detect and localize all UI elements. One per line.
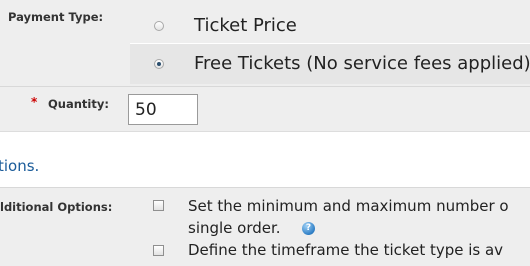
min-max-checkbox[interactable] bbox=[153, 200, 164, 211]
payment-type-options: Ticket Price Free Tickets (No service fe… bbox=[130, 0, 530, 86]
quantity-input[interactable] bbox=[128, 94, 198, 125]
payment-type-label: Payment Type: bbox=[8, 10, 104, 24]
payment-option-free-tickets[interactable]: Free Tickets (No service fees applied) bbox=[130, 44, 530, 84]
options-link[interactable]: tions. bbox=[0, 157, 39, 175]
additional-options-section: lditional Options: Set the minimum and m… bbox=[0, 188, 530, 266]
payment-option-ticket-price[interactable]: Ticket Price bbox=[130, 5, 530, 44]
timeframe-checkbox[interactable] bbox=[153, 245, 164, 256]
radio-free-tickets[interactable] bbox=[154, 59, 164, 69]
quantity-section: * Quantity: bbox=[0, 87, 530, 131]
timeframe-option-text: Define the timeframe the ticket type is … bbox=[188, 241, 504, 259]
min-max-option-text-continued: single order. bbox=[188, 219, 281, 237]
required-marker: * bbox=[31, 95, 38, 109]
link-section: tions. bbox=[0, 132, 530, 187]
radio-ticket-price[interactable] bbox=[154, 21, 164, 31]
help-icon[interactable]: ? bbox=[302, 222, 315, 235]
additional-options-label: lditional Options: bbox=[0, 200, 113, 214]
quantity-label: Quantity: bbox=[48, 97, 109, 111]
payment-type-section: Payment Type: Ticket Price Free Tickets … bbox=[0, 0, 530, 86]
radio-selected-dot bbox=[157, 62, 161, 66]
payment-option-label: Free Tickets (No service fees applied) bbox=[194, 53, 530, 74]
payment-option-label: Ticket Price bbox=[194, 15, 297, 36]
min-max-option-text: Set the minimum and maximum number o bbox=[188, 197, 509, 215]
